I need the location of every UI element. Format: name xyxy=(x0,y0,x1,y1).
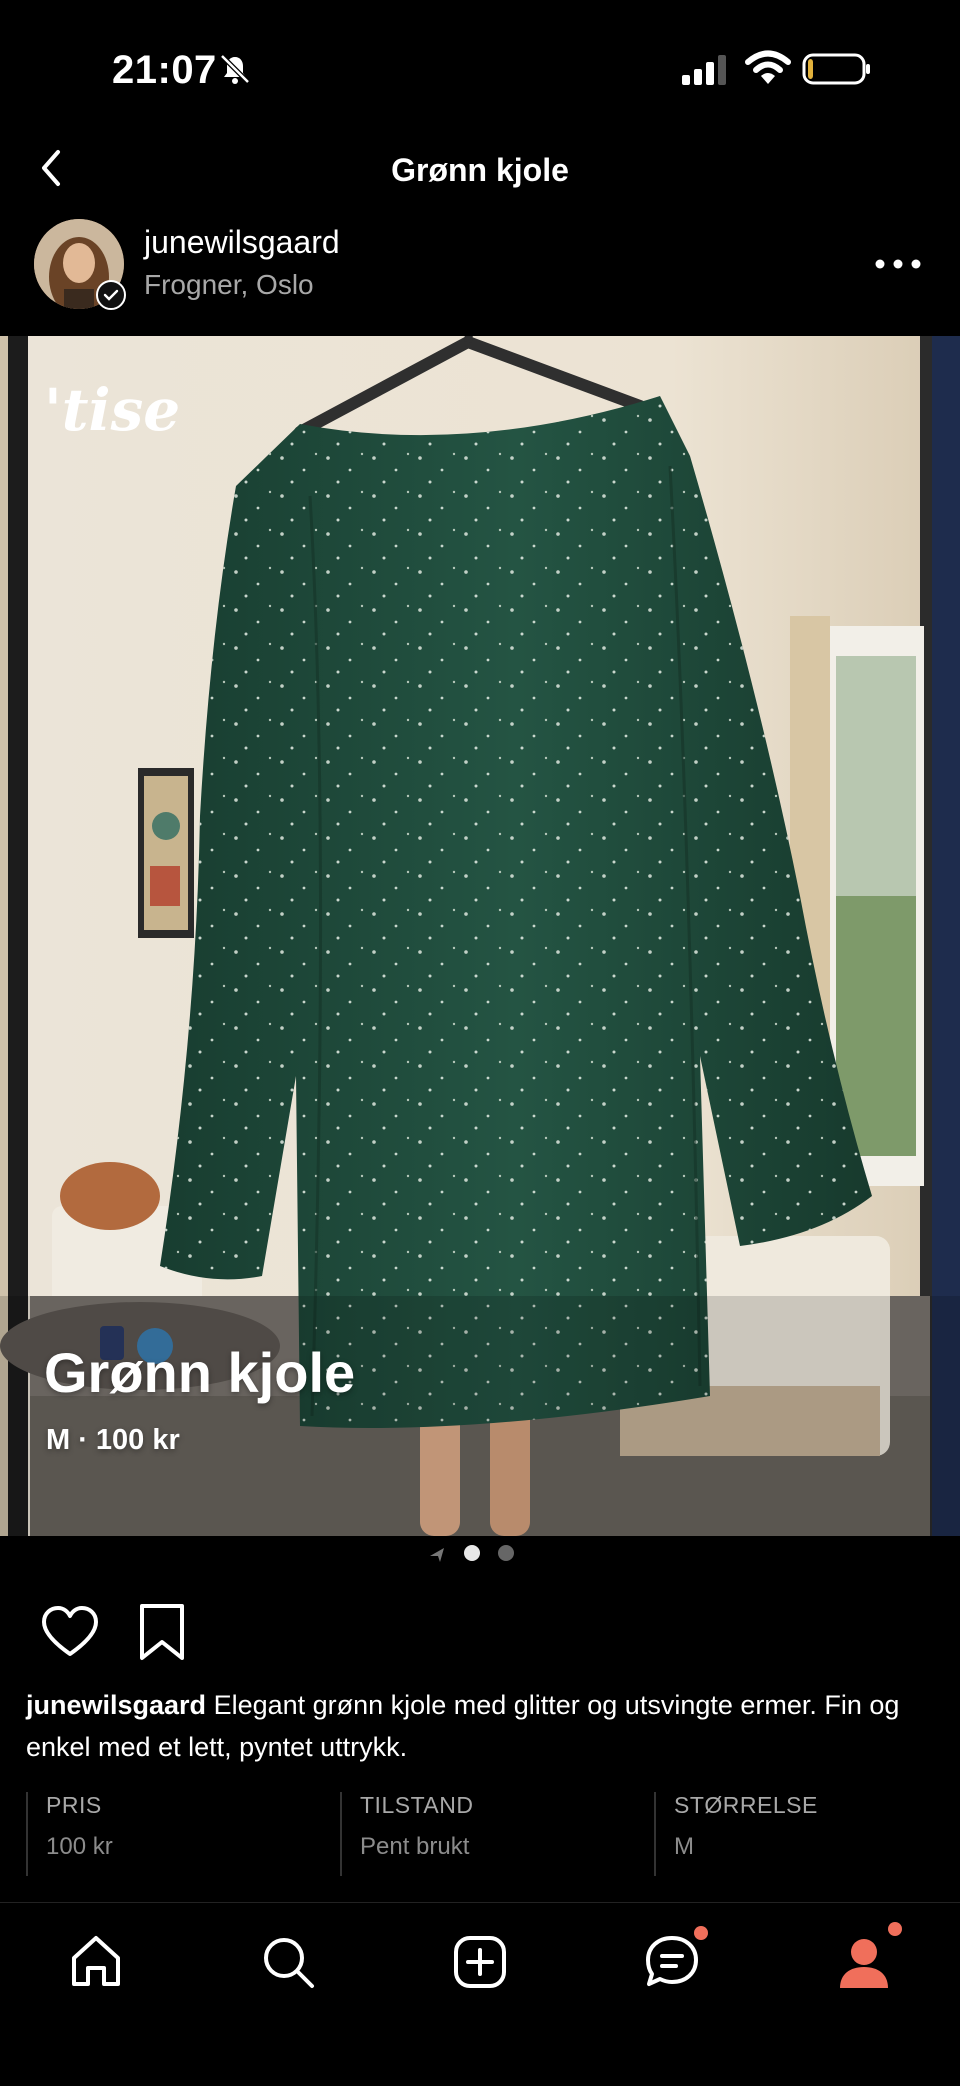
tab-add-listing[interactable] xyxy=(448,1930,512,1994)
verified-badge-icon xyxy=(96,280,126,310)
listing-description: junewilsgaard Elegant grønn kjole med gl… xyxy=(26,1684,926,1768)
seller-username[interactable]: junewilsgaard xyxy=(144,224,340,261)
detail-value: 100 kr xyxy=(46,1833,113,1860)
tab-search[interactable] xyxy=(256,1930,320,1994)
detail-label: PRIS xyxy=(46,1792,102,1818)
home-icon xyxy=(72,1936,120,1986)
status-bar: 21:07 xyxy=(0,0,960,140)
tise-watermark: 'tise xyxy=(44,376,181,444)
detail-value: Pent brukt xyxy=(360,1833,470,1860)
bell-off-icon xyxy=(220,54,250,84)
photo-overlay-subtitle: M · 100 kr xyxy=(46,1424,180,1456)
location-arrow-icon xyxy=(430,1548,444,1562)
status-time: 21:07 xyxy=(112,48,217,92)
bookmark-button[interactable] xyxy=(136,1602,188,1662)
description-username[interactable]: junewilsgaard xyxy=(26,1690,206,1720)
page-dot-active xyxy=(464,1545,480,1561)
profile-notification-dot xyxy=(888,1922,902,1936)
detail-size: STØRRELSE M xyxy=(654,1792,818,1876)
cellular-signal-icon xyxy=(682,55,726,85)
detail-value: M xyxy=(674,1833,694,1860)
detail-label: TILSTAND xyxy=(360,1792,474,1818)
search-icon xyxy=(264,1938,314,1988)
detail-label: STØRRELSE xyxy=(674,1792,818,1818)
tab-bar-divider xyxy=(0,1902,960,1903)
messages-notification-dot xyxy=(694,1926,708,1940)
wifi-icon xyxy=(745,50,791,84)
profile-icon xyxy=(840,1939,888,1988)
battery-icon xyxy=(802,53,870,85)
tab-home[interactable] xyxy=(64,1930,128,1994)
detail-price: PRIS 100 kr xyxy=(26,1792,113,1876)
messages-icon xyxy=(646,1936,698,1986)
page-title: Grønn kjole xyxy=(391,152,569,188)
tab-profile[interactable] xyxy=(832,1922,902,1994)
seller-location: Frogner, Oslo xyxy=(144,269,314,300)
page-dot xyxy=(498,1545,514,1561)
image-pagination[interactable] xyxy=(428,1542,528,1564)
more-options-icon[interactable] xyxy=(872,246,924,282)
photo-overlay-title: Grønn kjole xyxy=(44,1341,356,1404)
tab-messages[interactable] xyxy=(640,1926,708,1994)
detail-condition: TILSTAND Pent brukt xyxy=(340,1792,473,1876)
product-photo[interactable]: 'tise Grønn kjole M · 100 kr xyxy=(0,336,960,1536)
like-button[interactable] xyxy=(40,1604,100,1660)
add-listing-icon xyxy=(454,1936,506,1988)
